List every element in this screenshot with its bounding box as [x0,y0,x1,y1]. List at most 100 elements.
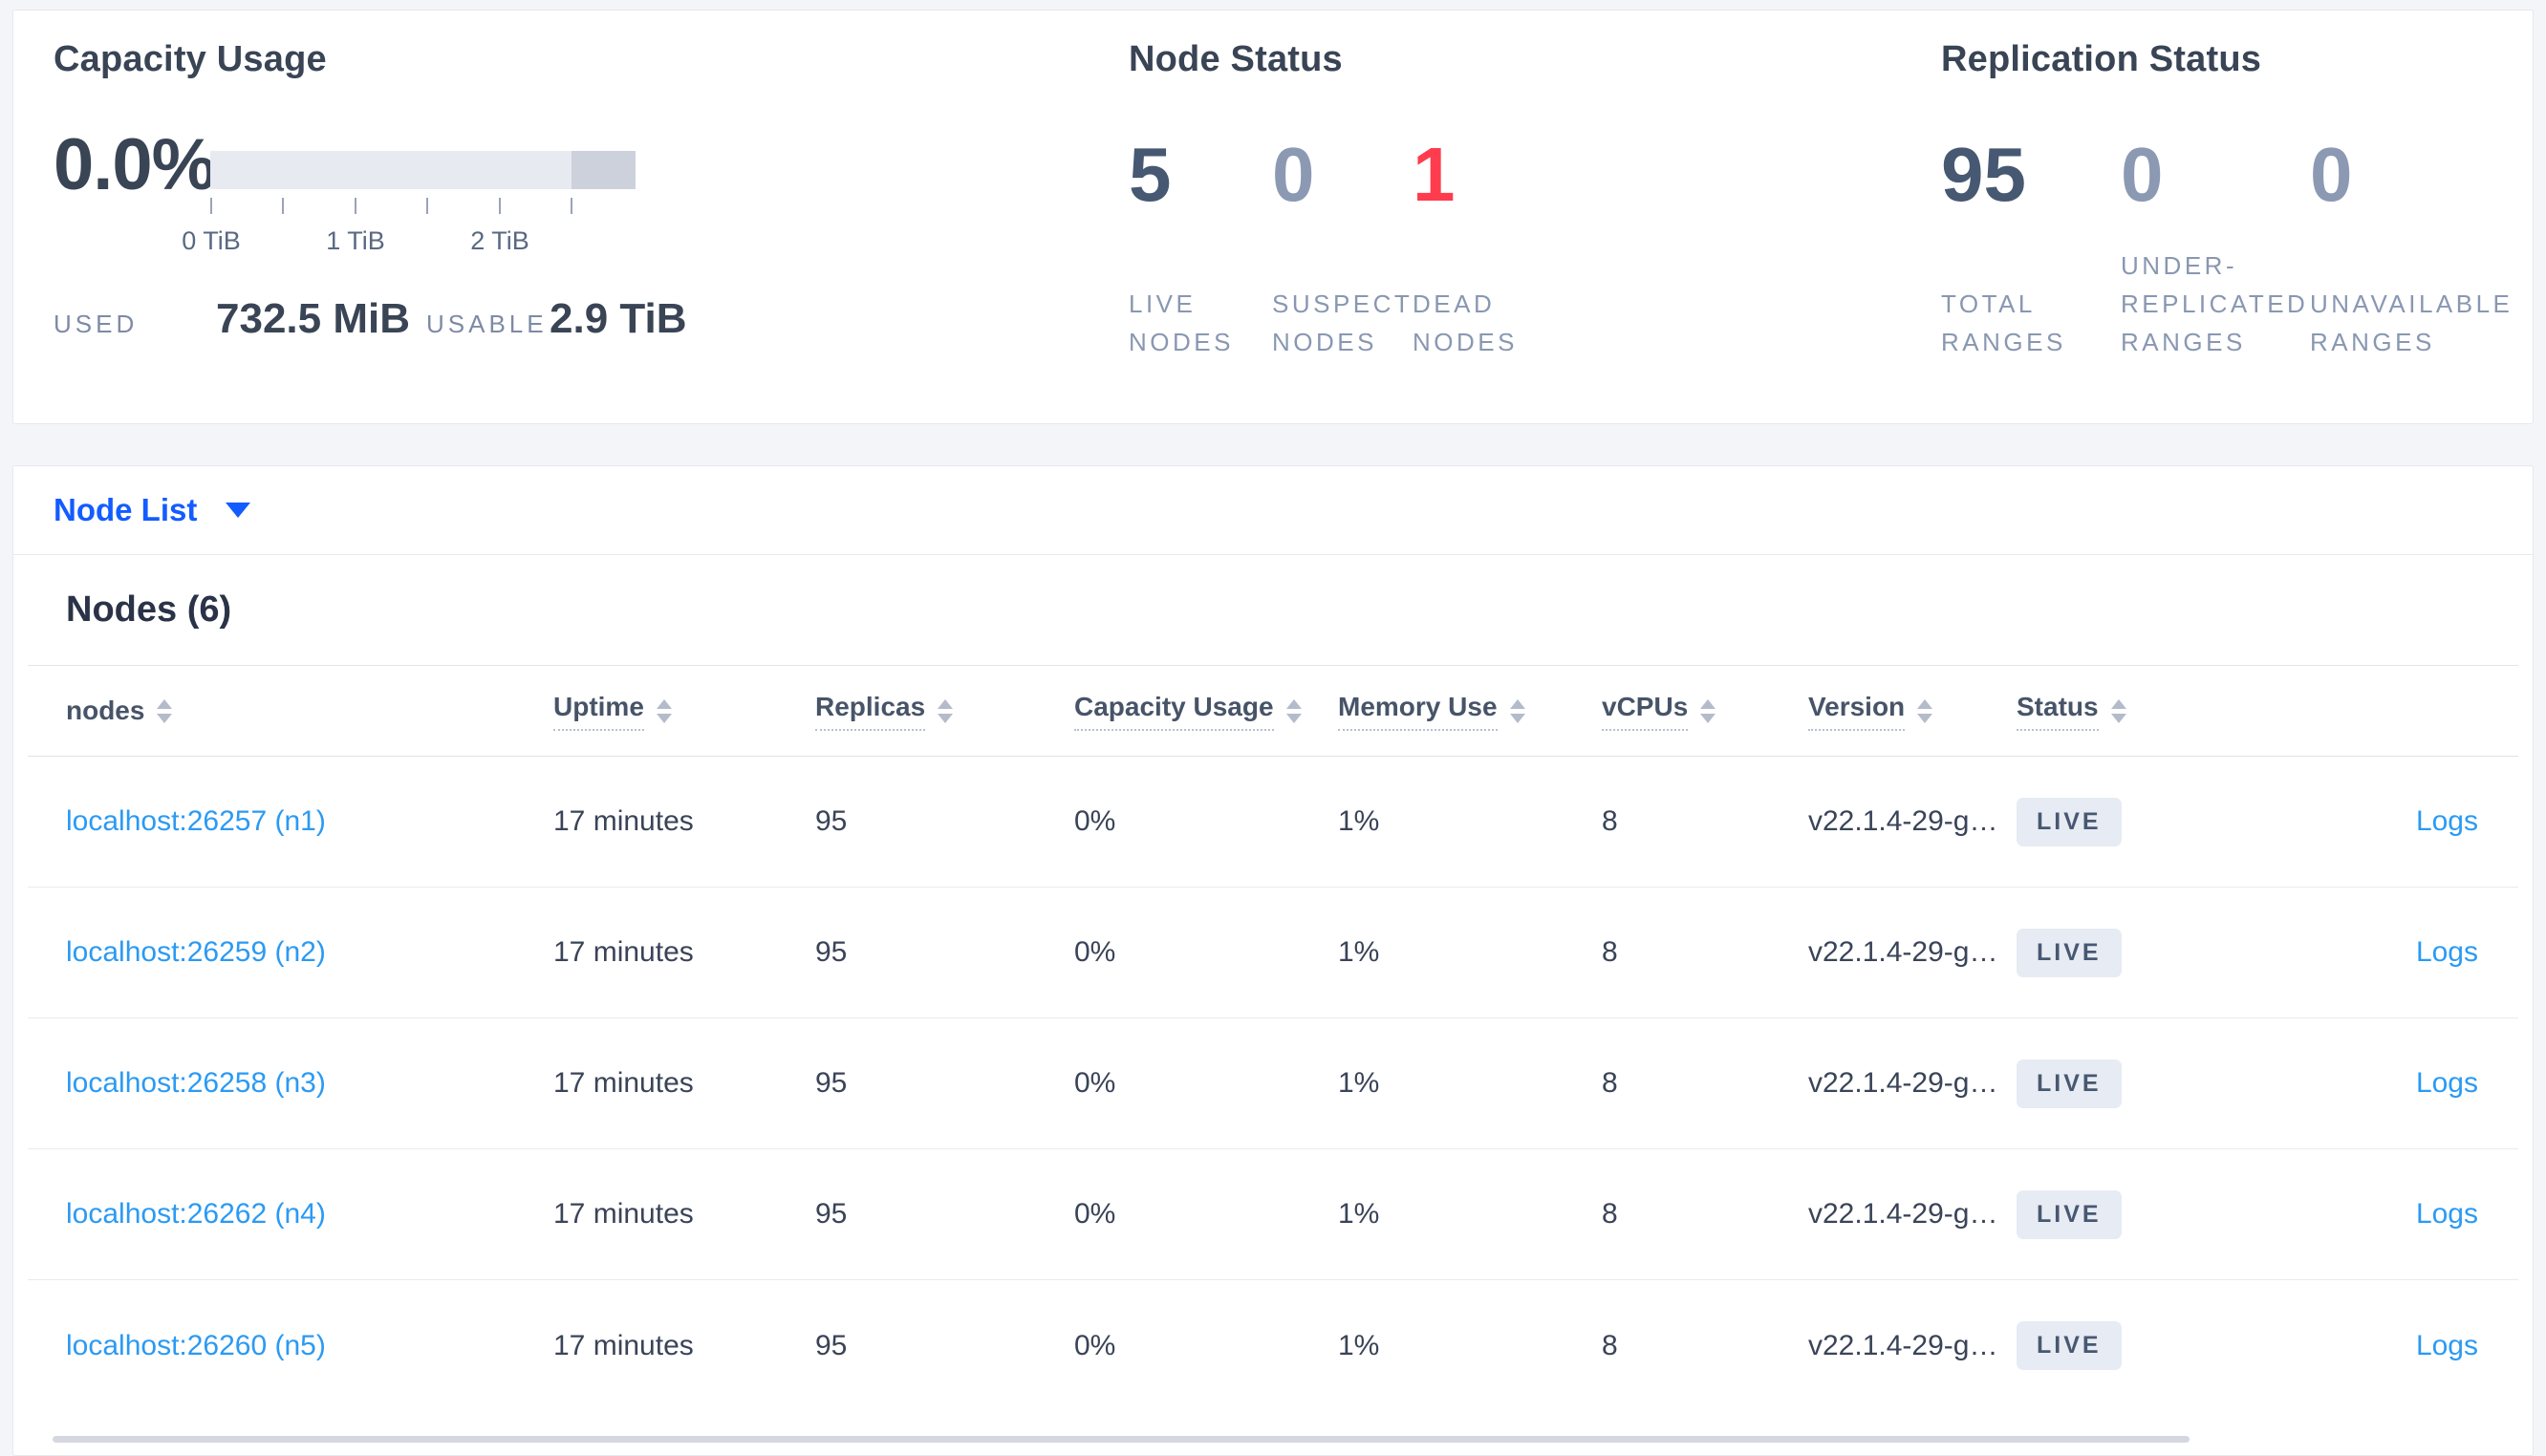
node-status-stats: 5 LIVE NODES 0 SUSPECT NODES 1 DEAD NODE… [1129,134,1556,361]
nodes-table-section: Nodes (6) nodes Uptime Replicas Capacity… [13,589,2533,1411]
status-badge: LIVE [2017,797,2122,846]
axis-tick [499,198,501,214]
logs-link[interactable]: Logs [2416,1198,2478,1230]
memory-use-cell: 1% [1338,1329,1380,1361]
suspect-nodes-value: 0 [1272,132,1315,217]
node-link[interactable]: localhost:26259 (n2) [66,936,326,968]
column-header-vcpus[interactable]: vCPUs [1602,692,1808,731]
live-nodes-stat: 5 LIVE NODES [1129,134,1272,361]
total-ranges-label: TOTAL RANGES [1941,289,2066,356]
table-row: localhost:26260 (n5) 17 minutes 95 0% 1%… [28,1280,2518,1411]
memory-use-cell: 1% [1338,1067,1380,1099]
capacity-axis: 0 TiB 1 TiB 2 TiB [182,198,636,267]
total-ranges-stat: 95 TOTAL RANGES [1941,134,2121,361]
node-link[interactable]: localhost:26257 (n1) [66,805,326,837]
unavailable-ranges-value: 0 [2310,132,2353,217]
node-status-title: Node Status [1129,39,1343,79]
status-badge: LIVE [2017,928,2122,977]
column-header-status[interactable]: Status [2017,692,2265,731]
column-header-memory-use[interactable]: Memory Use [1338,692,1602,731]
capacity-usage-title: Capacity Usage [54,39,327,79]
used-value: 732.5 MiB [216,295,410,342]
replicas-cell: 95 [815,1329,848,1361]
memory-use-cell: 1% [1338,805,1380,837]
version-cell: v22.1.4-29-g… [1808,1198,1998,1230]
logs-link[interactable]: Logs [2416,1330,2478,1361]
node-link[interactable]: localhost:26258 (n3) [66,1067,326,1099]
usable-value: 2.9 TiB [550,295,687,342]
vcpus-cell: 8 [1602,936,1618,968]
logs-link[interactable]: Logs [2416,1067,2478,1099]
capacity-usage-cell: 0% [1074,1329,1116,1361]
view-selector-row: Node List [13,466,2533,555]
vcpus-cell: 8 [1602,1067,1618,1099]
used-label: USED [54,310,139,338]
table-row: localhost:26258 (n3) 17 minutes 95 0% 1%… [28,1018,2518,1149]
suspect-nodes-stat: 0 SUSPECT NODES [1272,134,1413,361]
axis-tick [355,198,356,214]
axis-label: 2 TiB [470,226,529,255]
node-link[interactable]: localhost:26262 (n4) [66,1198,326,1230]
chevron-down-icon [226,503,251,518]
horizontal-scrollbar-thumb[interactable] [53,1436,2190,1443]
column-header-capacity-usage[interactable]: Capacity Usage [1074,692,1338,731]
total-ranges-value: 95 [1941,132,2026,217]
replication-status-section: Replication Status 95 TOTAL RANGES 0 UND… [1941,39,2510,361]
node-link[interactable]: localhost:26260 (n5) [66,1330,326,1361]
usable-label: USABLE [426,310,548,338]
status-badge: LIVE [2017,1321,2122,1370]
status-badge: LIVE [2017,1059,2122,1108]
capacity-bar-block: 0 TiB 1 TiB 2 TiB [182,122,636,267]
capacity-gauge: 0.0% 0 TiB 1 TiB 2 TiB [54,122,686,267]
node-status-section: Node Status 5 LIVE NODES 0 SUSPECT NODES… [1129,39,1556,361]
axis-tick [426,198,428,214]
capacity-bar-track [210,151,636,189]
node-list-dropdown[interactable]: Node List [54,492,251,528]
column-header-uptime[interactable]: Uptime [553,692,815,731]
sort-icon [157,698,173,723]
memory-use-cell: 1% [1338,1198,1380,1230]
replication-status-stats: 95 TOTAL RANGES 0 UNDER-REPLICATED RANGE… [1941,132,2510,361]
nodes-count-title: Nodes (6) [66,589,232,630]
column-header-nodes[interactable]: nodes [28,696,553,726]
uptime-cell: 17 minutes [553,1067,694,1099]
replicas-cell: 95 [815,1067,848,1099]
sort-icon [1917,698,1933,723]
capacity-usage-section: Capacity Usage 0.0% 0 TiB 1 TiB 2 TiB US… [54,39,686,343]
column-header-replicas[interactable]: Replicas [815,692,1074,731]
axis-tick [282,198,284,214]
column-header-version[interactable]: Version [1808,692,2017,731]
under-replicated-ranges-value: 0 [2121,132,2164,217]
unavailable-ranges-label: UNAVAILABLE RANGES [2310,289,2514,356]
logs-link[interactable]: Logs [2416,936,2478,968]
axis-tick [210,198,212,214]
logs-link[interactable]: Logs [2416,805,2478,837]
live-nodes-label: LIVE NODES [1129,289,1234,356]
uptime-cell: 17 minutes [553,1198,694,1230]
capacity-usage-cell: 0% [1074,1067,1116,1099]
table-row: localhost:26259 (n2) 17 minutes 95 0% 1%… [28,888,2518,1018]
table-row: localhost:26257 (n1) 17 minutes 95 0% 1%… [28,757,2518,888]
uptime-cell: 17 minutes [553,1329,694,1361]
axis-label: 0 TiB [182,226,241,255]
replicas-cell: 95 [815,1198,848,1230]
version-cell: v22.1.4-29-g… [1808,805,1998,837]
sort-icon [1285,698,1302,723]
sort-icon [1509,698,1525,723]
dead-nodes-value: 1 [1413,132,1456,217]
vcpus-cell: 8 [1602,1198,1618,1230]
capacity-usage-cell: 0% [1074,936,1116,968]
memory-use-cell: 1% [1338,936,1380,968]
version-cell: v22.1.4-29-g… [1808,1329,1998,1361]
status-badge: LIVE [2017,1189,2122,1239]
vcpus-cell: 8 [1602,1329,1618,1361]
dead-nodes-label: DEAD NODES [1413,289,1518,356]
replicas-cell: 95 [815,936,848,968]
live-nodes-value: 5 [1129,132,1172,217]
replication-status-title: Replication Status [1941,39,2262,79]
unavailable-ranges-stat: 0 UNAVAILABLE RANGES [2310,132,2510,361]
sort-icon [656,698,672,723]
cluster-summary-card: Capacity Usage 0.0% 0 TiB 1 TiB 2 TiB US… [12,10,2534,424]
version-cell: v22.1.4-29-g… [1808,1067,1998,1099]
table-row: localhost:26262 (n4) 17 minutes 95 0% 1%… [28,1149,2518,1280]
